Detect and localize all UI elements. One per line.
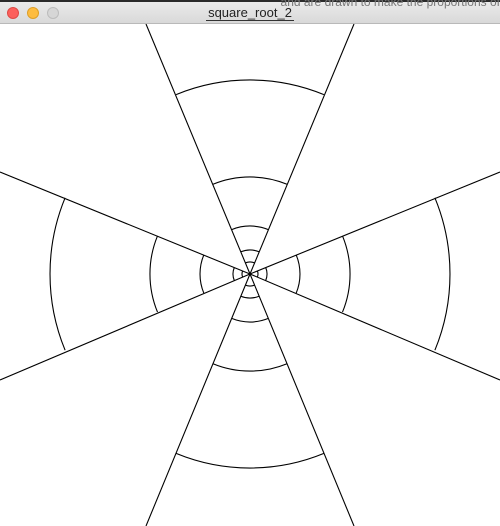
window-title-text: square_root_2 <box>206 5 294 21</box>
arc-right-4 <box>341 235 351 313</box>
arc-top-2 <box>240 249 260 253</box>
arc-top-1 <box>245 261 255 264</box>
arc-bottom-3 <box>231 317 269 323</box>
arc-bottom-2 <box>240 295 260 299</box>
spoke-line-1 <box>145 23 251 275</box>
app-window: and are drawn to make the proportions of… <box>0 0 500 526</box>
arc-top-3 <box>231 225 269 231</box>
arc-top-4 <box>212 176 288 185</box>
sketch-canvas[interactable]: ... <box>0 23 500 526</box>
arc-left-5 <box>49 197 66 351</box>
arc-left-4 <box>149 235 159 313</box>
title-bar[interactable]: and are drawn to make the proportions of… <box>0 0 500 24</box>
arc-bottom-5 <box>175 452 325 469</box>
spoke-line-8 <box>0 171 251 275</box>
arc-right-3 <box>295 254 301 294</box>
spoke-line-3 <box>249 171 500 275</box>
arc-left-1 <box>241 270 244 278</box>
arc-right-2 <box>265 267 268 281</box>
arc-left-3 <box>199 254 205 294</box>
radial-drawing <box>0 23 500 526</box>
arc-bottom-1 <box>245 284 255 287</box>
arc-top-5 <box>175 79 325 96</box>
window-title: square_root_2 <box>0 5 500 21</box>
arc-right-1 <box>256 270 259 278</box>
spokes-group <box>0 23 500 526</box>
background-footer-text: ... <box>490 520 500 526</box>
arc-bottom-4 <box>212 363 288 372</box>
spoke-line-2 <box>249 23 355 275</box>
arc-right-5 <box>434 197 451 351</box>
arc-left-2 <box>232 267 235 281</box>
